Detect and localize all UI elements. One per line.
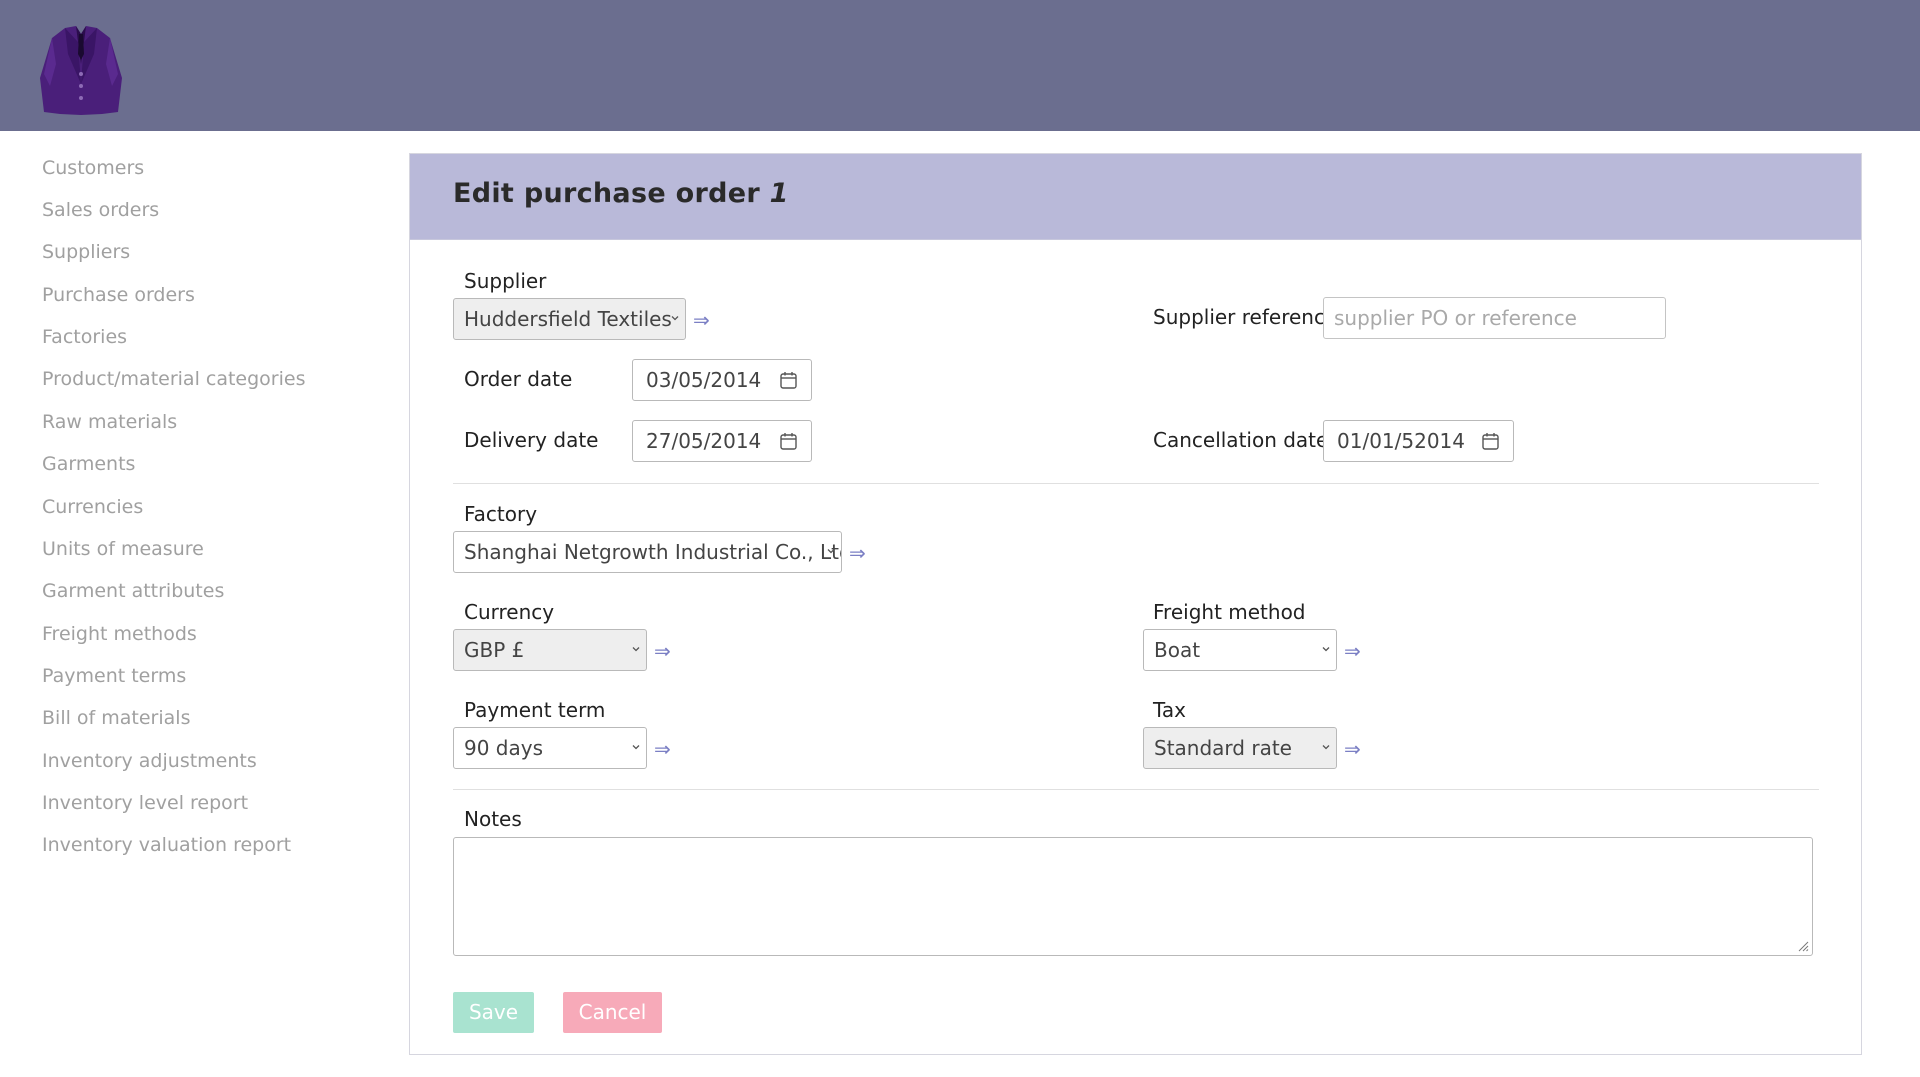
chevron-down-icon [632,647,640,652]
delivery-date-input[interactable]: 27/05/2014 [632,420,812,462]
edit-purchase-order-panel: Edit purchase order 1 Supplier Huddersfi… [409,153,1862,1055]
panel-header: Edit purchase order 1 [410,154,1861,240]
cancellation-date-label: Cancellation date [1153,428,1329,452]
tax-label: Tax [1153,698,1186,722]
order-date-value: 03/05/2014 [646,368,762,392]
save-button[interactable]: Save [453,992,534,1033]
payment-term-select[interactable]: 90 days [453,727,647,769]
currency-select[interactable]: GBP £ [453,629,647,671]
factory-select[interactable]: Shanghai Netgrowth Industrial Co., Ltd [453,531,842,573]
sidebar-item-bill-of-materials[interactable]: Bill of materials [42,706,190,730]
factory-label: Factory [464,502,538,526]
chevron-down-icon [632,745,640,750]
sidebar-item-suppliers[interactable]: Suppliers [42,240,130,264]
supplier-select-value: Huddersfield Textiles [464,307,672,331]
order-date-label: Order date [464,367,573,391]
notes-label: Notes [464,807,522,831]
page-title-text: Edit purchase order [453,178,760,209]
calendar-icon[interactable] [780,371,797,389]
resize-handle-icon[interactable] [1797,940,1809,952]
sidebar-item-payment-terms[interactable]: Payment terms [42,664,186,688]
calendar-icon[interactable] [1482,432,1499,450]
supplier-reference-input[interactable]: supplier PO or reference [1323,297,1666,339]
sidebar-item-customers[interactable]: Customers [42,156,144,180]
freight-method-link-arrow-icon[interactable]: ⇒ [1344,639,1361,663]
supplier-label: Supplier [464,269,547,293]
payment-term-label: Payment term [464,698,606,722]
top-header-bar [0,0,1920,131]
factory-link-arrow-icon[interactable]: ⇒ [849,541,866,565]
sidebar-item-product-material-categories[interactable]: Product/material categories [42,367,305,391]
delivery-date-value: 27/05/2014 [646,429,762,453]
jacket-icon[interactable] [38,24,124,116]
chevron-down-icon [1322,745,1330,750]
sidebar-item-freight-methods[interactable]: Freight methods [42,622,197,646]
freight-method-label: Freight method [1153,600,1306,624]
page-title: Edit purchase order 1 [453,178,789,209]
cancel-button[interactable]: Cancel [563,992,662,1033]
delivery-date-label: Delivery date [464,428,599,452]
tax-select[interactable]: Standard rate [1143,727,1337,769]
currency-link-arrow-icon[interactable]: ⇒ [654,639,671,663]
tax-select-value: Standard rate [1154,736,1292,760]
currency-label: Currency [464,600,555,624]
order-date-input[interactable]: 03/05/2014 [632,359,812,401]
sidebar-item-inventory-adjustments[interactable]: Inventory adjustments [42,749,257,773]
freight-method-select[interactable]: Boat [1143,629,1337,671]
chevron-down-icon [671,316,679,321]
factory-select-value: Shanghai Netgrowth Industrial Co., Ltd [464,540,842,564]
supplier-reference-label: Supplier reference [1153,305,1338,329]
chevron-down-icon [1322,647,1330,652]
payment-term-link-arrow-icon[interactable]: ⇒ [654,737,671,761]
cancellation-date-input[interactable]: 01/01/52014 [1323,420,1514,462]
freight-method-select-value: Boat [1154,638,1201,662]
chevron-down-icon [827,549,835,554]
cancellation-date-value: 01/01/52014 [1337,429,1465,453]
order-number: 1 [769,178,789,209]
section-divider [453,483,1819,484]
notes-textarea[interactable] [453,837,1813,956]
sidebar-item-units-of-measure[interactable]: Units of measure [42,537,204,561]
sidebar-item-sales-orders[interactable]: Sales orders [42,198,159,222]
section-divider [453,789,1819,790]
sidebar-item-inventory-level-report[interactable]: Inventory level report [42,791,248,815]
sidebar-item-garments[interactable]: Garments [42,452,135,476]
sidebar-item-purchase-orders[interactable]: Purchase orders [42,283,195,307]
sidebar-item-garment-attributes[interactable]: Garment attributes [42,579,224,603]
supplier-link-arrow-icon[interactable]: ⇒ [693,308,710,332]
supplier-select[interactable]: Huddersfield Textiles [453,298,686,340]
payment-term-select-value: 90 days [464,736,544,760]
sidebar-item-raw-materials[interactable]: Raw materials [42,410,177,434]
sidebar-item-inventory-valuation-report[interactable]: Inventory valuation report [42,833,291,857]
tax-link-arrow-icon[interactable]: ⇒ [1344,737,1361,761]
currency-select-value: GBP £ [464,638,525,662]
calendar-icon[interactable] [780,432,797,450]
sidebar-item-factories[interactable]: Factories [42,325,127,349]
sidebar-item-currencies[interactable]: Currencies [42,495,143,519]
